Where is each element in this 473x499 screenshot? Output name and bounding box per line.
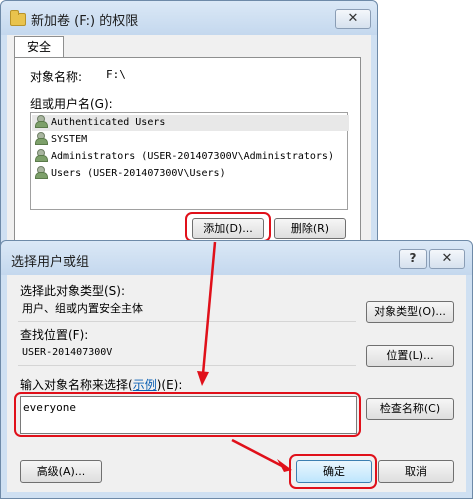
annotation-arrows (197, 241, 292, 472)
arrow-add-to-input (201, 241, 217, 375)
arrowhead-icon (197, 371, 209, 386)
arrow-input-to-ok (231, 438, 283, 468)
